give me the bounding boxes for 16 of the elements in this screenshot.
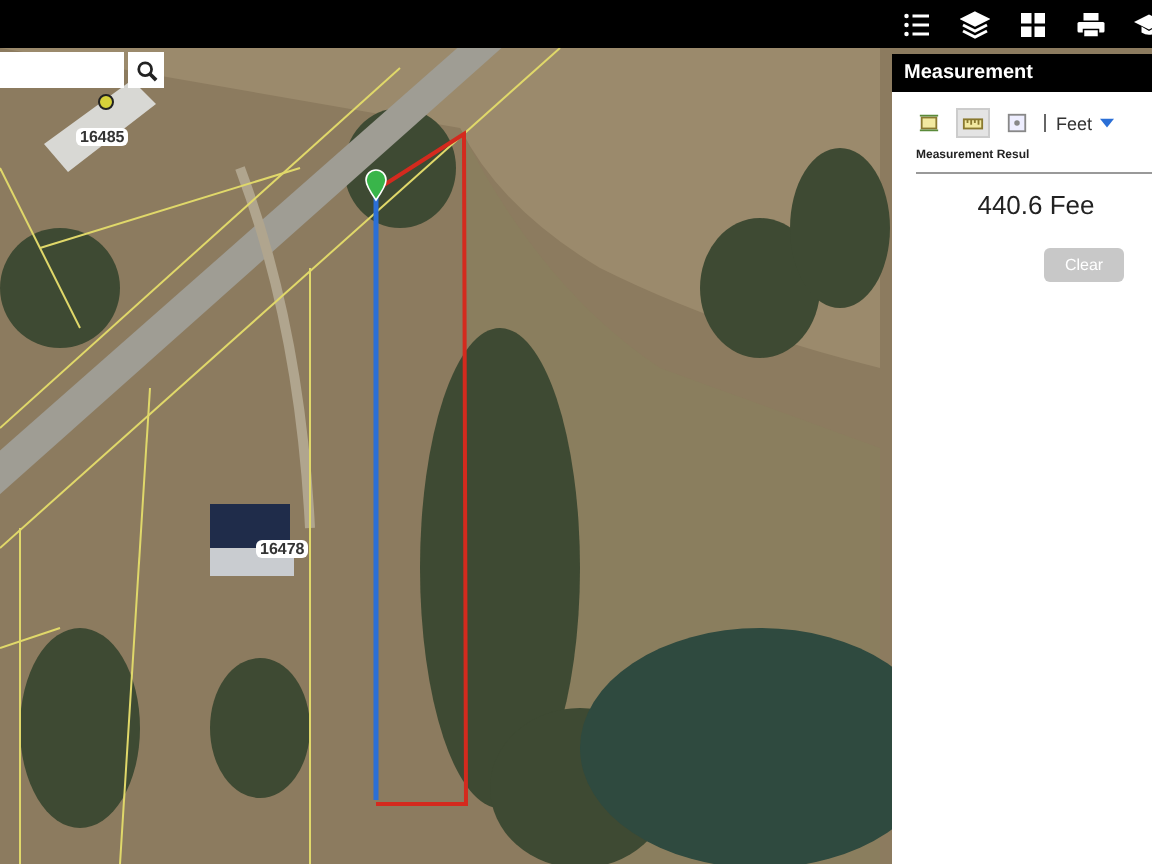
map-pin-icon[interactable]: [365, 169, 387, 201]
area-icon: [918, 112, 940, 134]
panel-title: Measurement: [892, 54, 1152, 92]
ruler-icon: [962, 112, 984, 134]
search-field[interactable]: [0, 52, 124, 88]
parcel-label: 16478: [256, 540, 309, 558]
distance-tool-button[interactable]: [956, 108, 990, 138]
search-button[interactable]: [128, 52, 164, 88]
parcel-label: 16485: [76, 128, 129, 146]
layers-icon[interactable]: [956, 9, 994, 39]
print-icon[interactable]: [1072, 9, 1110, 39]
caret-icon: [1100, 118, 1115, 128]
location-icon: [1006, 112, 1028, 134]
measurement-result: 440.6 Fee: [916, 172, 1152, 220]
unit-dropdown[interactable]: Feet: [1056, 113, 1115, 133]
search-icon: [135, 59, 157, 81]
